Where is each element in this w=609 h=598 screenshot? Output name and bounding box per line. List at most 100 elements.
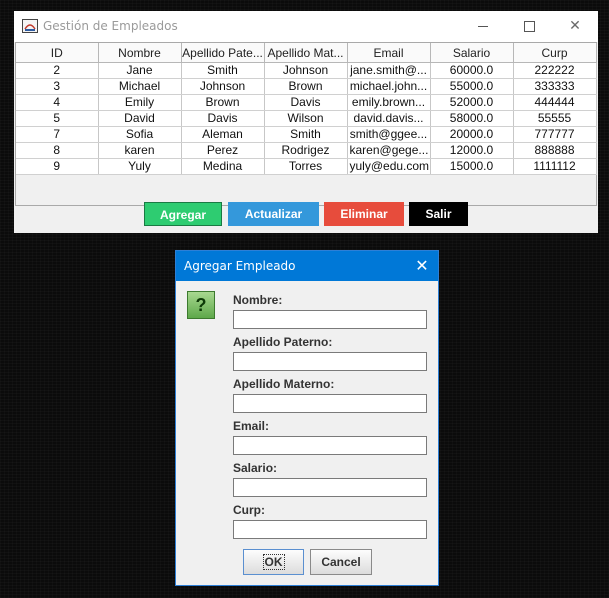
dialog-close-button[interactable]: ✕	[410, 254, 434, 278]
cell-id[interactable]: 8	[16, 142, 99, 159]
cell-apellido-paterno[interactable]: Medina	[181, 158, 265, 175]
table-row[interactable]: 3 Michael Johnson Brown michael.john... 55000…	[16, 78, 597, 95]
question-icon: ?	[187, 291, 215, 319]
cell-email[interactable]: emily.brown...	[347, 94, 431, 111]
input-apellido-materno[interactable]	[233, 394, 427, 413]
input-salario[interactable]	[233, 478, 427, 497]
cell-apellido-paterno[interactable]: Aleman	[181, 126, 265, 143]
input-curp[interactable]	[233, 520, 427, 539]
ok-button-label: OK	[262, 554, 285, 570]
cell-email[interactable]: jane.smith@...	[347, 62, 431, 79]
cell-email[interactable]: smith@ggee...	[347, 126, 431, 143]
ok-button[interactable]: OK	[243, 549, 304, 575]
minimize-icon	[478, 26, 488, 27]
column-header-curp[interactable]: Curp	[513, 43, 597, 63]
update-button[interactable]: Actualizar	[228, 202, 319, 226]
input-nombre[interactable]	[233, 310, 427, 329]
table-row[interactable]: 7 Sofia Aleman Smith smith@ggee... 20000.0 777…	[16, 126, 597, 143]
cell-email[interactable]: yuly@edu.com	[347, 158, 431, 175]
close-icon: ✕	[415, 256, 429, 275]
table-row[interactable]: 9 Yuly Medina Torres yuly@edu.com 15000.0 1111…	[16, 158, 597, 175]
cell-apellido-materno[interactable]: Rodrigez	[264, 142, 348, 159]
cell-nombre[interactable]: Emily	[98, 94, 182, 111]
cell-apellido-paterno[interactable]: Brown	[181, 94, 265, 111]
table-row[interactable]: 4 Emily Brown Davis emily.brown... 52000.0 444…	[16, 94, 597, 111]
column-header-email[interactable]: Email	[347, 43, 431, 63]
cell-apellido-paterno[interactable]: Smith	[181, 62, 265, 79]
cell-salario[interactable]: 60000.0	[430, 62, 514, 79]
field-label-apellido-paterno: Apellido Paterno:	[233, 335, 333, 349]
cell-id[interactable]: 4	[16, 94, 99, 111]
java-app-icon	[22, 19, 38, 33]
cell-curp[interactable]: 444444	[513, 94, 597, 111]
field-label-curp: Curp:	[233, 503, 265, 517]
cell-apellido-materno[interactable]: Johnson	[264, 62, 348, 79]
cell-id[interactable]: 7	[16, 126, 99, 143]
employee-table-scrollpane[interactable]: ID Nombre Apellido Pate... Apellido Mat.…	[15, 42, 597, 206]
cell-id[interactable]: 5	[16, 110, 99, 127]
maximize-button[interactable]	[506, 11, 552, 42]
cell-apellido-materno[interactable]: Davis	[264, 94, 348, 111]
add-employee-dialog: Agregar Empleado ✕ ? Nombre: Apellido Pat…	[175, 250, 439, 586]
cell-nombre[interactable]: Sofia	[98, 126, 182, 143]
cell-email[interactable]: michael.john...	[347, 78, 431, 95]
cell-apellido-paterno[interactable]: Johnson	[181, 78, 265, 95]
cell-nombre[interactable]: karen	[98, 142, 182, 159]
table-header: ID Nombre Apellido Pate... Apellido Mat.…	[16, 43, 597, 63]
close-icon: ✕	[569, 18, 581, 34]
cell-salario[interactable]: 15000.0	[430, 158, 514, 175]
table-row[interactable]: 2 Jane Smith Johnson jane.smith@... 60000.0 22…	[16, 62, 597, 79]
cell-curp[interactable]: 777777	[513, 126, 597, 143]
field-label-salario: Salario:	[233, 461, 278, 475]
dialog-title-bar[interactable]: Agregar Empleado ✕	[176, 251, 438, 281]
delete-button[interactable]: Eliminar	[324, 202, 404, 226]
cell-id[interactable]: 3	[16, 78, 99, 95]
minimize-button[interactable]	[460, 11, 506, 42]
cell-apellido-materno[interactable]: Torres	[264, 158, 348, 175]
cell-salario[interactable]: 12000.0	[430, 142, 514, 159]
cell-curp[interactable]: 888888	[513, 142, 597, 159]
cell-nombre[interactable]: Jane	[98, 62, 182, 79]
cell-curp[interactable]: 222222	[513, 62, 597, 79]
column-header-apellido-paterno[interactable]: Apellido Pate...	[181, 43, 265, 63]
cell-apellido-materno[interactable]: Brown	[264, 78, 348, 95]
main-window: Gestión de Empleados ✕ ID Nombre Apellid…	[14, 11, 598, 233]
cell-id[interactable]: 9	[16, 158, 99, 175]
table-row[interactable]: 8 karen Perez Rodrigez karen@gege... 12000.0 8…	[16, 142, 597, 159]
column-header-salario[interactable]: Salario	[430, 43, 514, 63]
maximize-icon	[524, 21, 535, 32]
exit-button[interactable]: Salir	[409, 202, 468, 226]
cell-email[interactable]: karen@gege...	[347, 142, 431, 159]
add-button[interactable]: Agregar	[144, 202, 222, 226]
column-header-nombre[interactable]: Nombre	[98, 43, 182, 63]
cell-curp[interactable]: 55555	[513, 110, 597, 127]
cell-salario[interactable]: 55000.0	[430, 78, 514, 95]
cell-apellido-paterno[interactable]: Perez	[181, 142, 265, 159]
cell-salario[interactable]: 58000.0	[430, 110, 514, 127]
column-header-apellido-materno[interactable]: Apellido Mat...	[264, 43, 348, 63]
cell-salario[interactable]: 20000.0	[430, 126, 514, 143]
cell-nombre[interactable]: David	[98, 110, 182, 127]
field-label-apellido-materno: Apellido Materno:	[233, 377, 335, 391]
cell-id[interactable]: 2	[16, 62, 99, 79]
table-row[interactable]: 5 David Davis Wilson david.davis... 58000.0 55…	[16, 110, 597, 127]
window-title: Gestión de Empleados	[43, 19, 178, 33]
employee-table: ID Nombre Apellido Pate... Apellido Mat.…	[16, 43, 597, 175]
input-email[interactable]	[233, 436, 427, 455]
cancel-button[interactable]: Cancel	[310, 549, 372, 575]
cell-apellido-paterno[interactable]: Davis	[181, 110, 265, 127]
cell-apellido-materno[interactable]: Smith	[264, 126, 348, 143]
cell-salario[interactable]: 52000.0	[430, 94, 514, 111]
field-label-email: Email:	[233, 419, 270, 433]
cell-apellido-materno[interactable]: Wilson	[264, 110, 348, 127]
close-button[interactable]: ✕	[552, 11, 598, 42]
cell-nombre[interactable]: Michael	[98, 78, 182, 95]
cell-curp[interactable]: 1111112	[513, 158, 597, 175]
cell-curp[interactable]: 333333	[513, 78, 597, 95]
input-apellido-paterno[interactable]	[233, 352, 427, 371]
title-bar[interactable]: Gestión de Empleados ✕	[14, 11, 598, 42]
field-label-nombre: Nombre:	[233, 293, 283, 307]
cell-email[interactable]: david.davis...	[347, 110, 431, 127]
cell-nombre[interactable]: Yuly	[98, 158, 182, 175]
column-header-id[interactable]: ID	[16, 43, 99, 63]
